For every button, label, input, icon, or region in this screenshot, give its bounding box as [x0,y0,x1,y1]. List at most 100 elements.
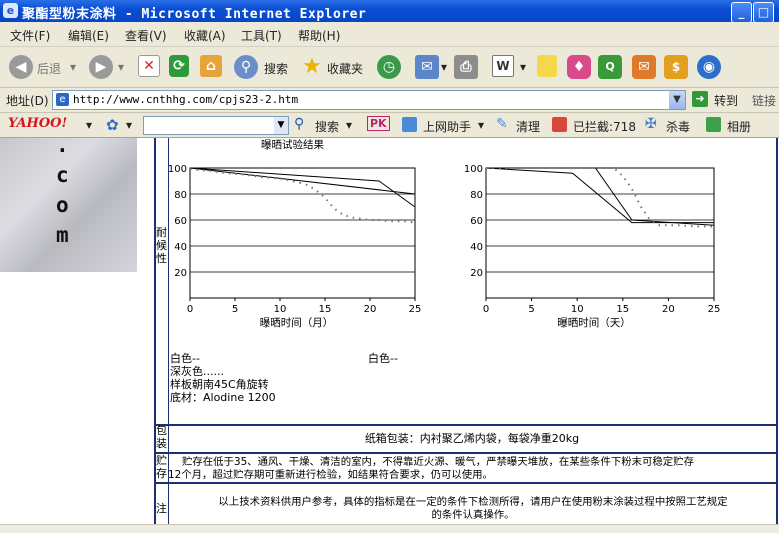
note-text-line-1: 以上技术资料供用户参考，具体的指标是在一定的条件下检测所得，请用户在使用粉末涂装… [218,496,728,508]
table-right-border [776,138,778,532]
row-divider-2 [154,452,778,454]
yahoo-search-dropdown-icon[interactable]: ▼ [274,117,288,134]
qq-icon[interactable]: Q [598,55,622,79]
edit-dropdown-icon[interactable]: ▾ [520,60,526,74]
album-button[interactable]: 相册 [727,118,751,135]
chart-left: 20 40 60 80 100 0 5 10 15 20 25 曝晒试验结果 曝晒时间（月） [166,138,428,333]
x-axis-label: 曝晒时间（天） [557,316,631,329]
stop-icon[interactable]: ✕ [138,55,160,77]
chart-right: 20 40 60 80 100 0 5 10 15 20 25 曝晒时间（天） [462,156,724,333]
title-bar: e 聚酯型粉末涂料 - Microsoft Internet Explorer … [0,0,779,23]
maximize-button[interactable]: □ [753,2,774,23]
history-icon[interactable]: ◷ [377,55,401,79]
x-tick-label: 25 [409,304,422,315]
back-dropdown-icon[interactable]: ▾ [70,60,76,74]
x-tick-label: 10 [274,304,287,315]
toolbar: ◀ 后退 ▾ ▶ ▾ ✕ ⟳ ⌂ ⚲ 搜索 ★ 收藏夹 ◷ ✉ ▾ ⎙ W ▾ … [0,47,779,88]
yahoo-dropdown-icon[interactable]: ▾ [86,118,92,132]
storage-text: 贮存在低于35、通风、干燥、清洁的室内，不得靠近火源、暖气，严禁曝天堆放，在某些… [168,456,776,482]
menu-help[interactable]: 帮助(H) [298,27,340,44]
storage-text-line-2: 12个月，超过贮存期可重新进行检验，如结果符合要求，仍可以使用。 [168,469,493,481]
go-arrow-icon[interactable]: ➜ [692,91,708,107]
x-tick-label: 15 [319,304,332,315]
magnifier-icon[interactable]: ⚲ [294,116,304,132]
forward-dropdown-icon[interactable]: ▾ [118,60,124,74]
address-input[interactable]: e http://www.cnthhg.com/cpjs23-2.htm ▼ [52,90,686,110]
legend-right-white: 白色-- [368,352,398,365]
row-divider-3 [154,482,778,484]
note-icon[interactable] [537,55,557,77]
favorites-button-label[interactable]: 收藏夹 [327,60,363,77]
clean-button[interactable]: 清理 [516,118,540,135]
yahoo-search-dropdown[interactable]: ▾ [346,118,352,132]
x-axis-label: 曝晒时间（月） [260,316,334,329]
mail-icon[interactable]: ✉ [415,55,439,79]
search-button-label[interactable]: 搜索 [264,60,288,77]
minimize-button[interactable]: _ [731,2,752,23]
flower-icon[interactable]: ✿ [106,116,119,134]
note-text-line-2: 的条件认真操作。 [431,509,515,521]
assistant-icon[interactable] [402,117,417,132]
note-label: 注 [156,502,167,515]
legend-darkgray-line: 深灰色...... [170,365,224,378]
mail-alert-icon[interactable]: ✉ [632,55,656,79]
x-tick-label: 25 [708,304,721,315]
address-url[interactable]: http://www.cnthhg.com/cpjs23-2.htm [73,93,298,106]
mail-dropdown-icon[interactable]: ▾ [441,60,447,74]
x-tick-label: 0 [483,304,489,315]
favorites-star-icon[interactable]: ★ [300,55,324,79]
antivirus-button[interactable]: 杀毒 [666,118,690,135]
search-icon[interactable]: ⚲ [234,55,258,79]
go-button[interactable]: 转到 [714,92,738,109]
x-tick-label: 5 [232,304,238,315]
chart-right-svg: 20 40 60 80 100 0 5 10 15 20 25 曝晒时间（天） [464,164,721,329]
links-label[interactable]: 链接 [752,92,776,109]
refresh-icon[interactable]: ⟳ [169,55,189,77]
packaging-text: 纸箱包装：内衬聚乙烯内袋，每袋净重20kg [364,432,580,445]
menu-view[interactable]: 查看(V) [125,27,167,44]
back-button-label[interactable]: 后退 [37,60,61,77]
popup-blocker-icon[interactable] [552,117,567,132]
edit-document-icon[interactable]: W [492,55,514,77]
storage-text-line-1: 贮存在低于35、通风、干燥、清洁的室内，不得靠近火源、暖气，严禁曝天堆放，在某些… [182,456,694,468]
assistant-dropdown-icon[interactable]: ▾ [478,118,484,132]
y-tick-label: 80 [174,190,187,201]
y-tick-label: 60 [174,216,187,227]
print-icon[interactable]: ⎙ [454,55,478,79]
logo-letter-c: c [56,163,69,187]
y-tick-label: 20 [470,268,483,279]
yahoo-search-input[interactable]: ▼ [143,116,289,135]
antivirus-icon[interactable]: ✠ [645,116,657,132]
menu-edit[interactable]: 编辑(E) [68,27,109,44]
network-icon[interactable]: ◉ [697,55,721,79]
row-divider-1 [154,424,778,426]
logo-letter-dot: . [56,138,69,157]
page-icon: e [56,93,69,106]
x-tick-label: 10 [571,304,584,315]
menu-file[interactable]: 文件(F) [10,27,50,44]
yahoo-search-button[interactable]: 搜索 [315,118,339,135]
money-bag-icon[interactable]: $ [664,55,688,79]
yahoo-logo[interactable]: YAHOO! [8,116,67,131]
home-icon[interactable]: ⌂ [200,55,222,77]
back-arrow-icon[interactable]: ◀ [9,55,33,79]
address-dropdown-icon[interactable]: ▼ [669,91,685,109]
pk-button[interactable]: PK [367,116,390,131]
menu-tools[interactable]: 工具(T) [241,27,282,44]
flower-dropdown-icon[interactable]: ▾ [126,118,132,132]
logo-letters: . c o m [56,138,69,250]
plot-area [485,167,715,299]
page-content: . c o m 耐候性 包装 贮存 注 20 40 60 80 100 0 5 10 15 20 2… [0,138,779,532]
album-icon[interactable] [706,117,721,132]
logo-letter-m: m [56,223,69,247]
blocked-count[interactable]: 已拦截:718 [573,118,636,135]
broom-icon[interactable]: ✎ [496,116,508,132]
note-text: 以上技术资料供用户参考，具体的指标是在一定的条件下检测所得，请用户在使用粉末涂装… [170,496,776,522]
messenger-icon[interactable]: ♦ [567,55,591,79]
y-tick-label: 100 [168,164,187,175]
assistant-button[interactable]: 上网助手 [423,118,471,135]
x-tick-label: 0 [187,304,193,315]
menu-bar: 文件(F) 编辑(E) 查看(V) 收藏(A) 工具(T) 帮助(H) [0,22,779,47]
forward-arrow-icon[interactable]: ▶ [89,55,113,79]
menu-favorites[interactable]: 收藏(A) [184,27,226,44]
